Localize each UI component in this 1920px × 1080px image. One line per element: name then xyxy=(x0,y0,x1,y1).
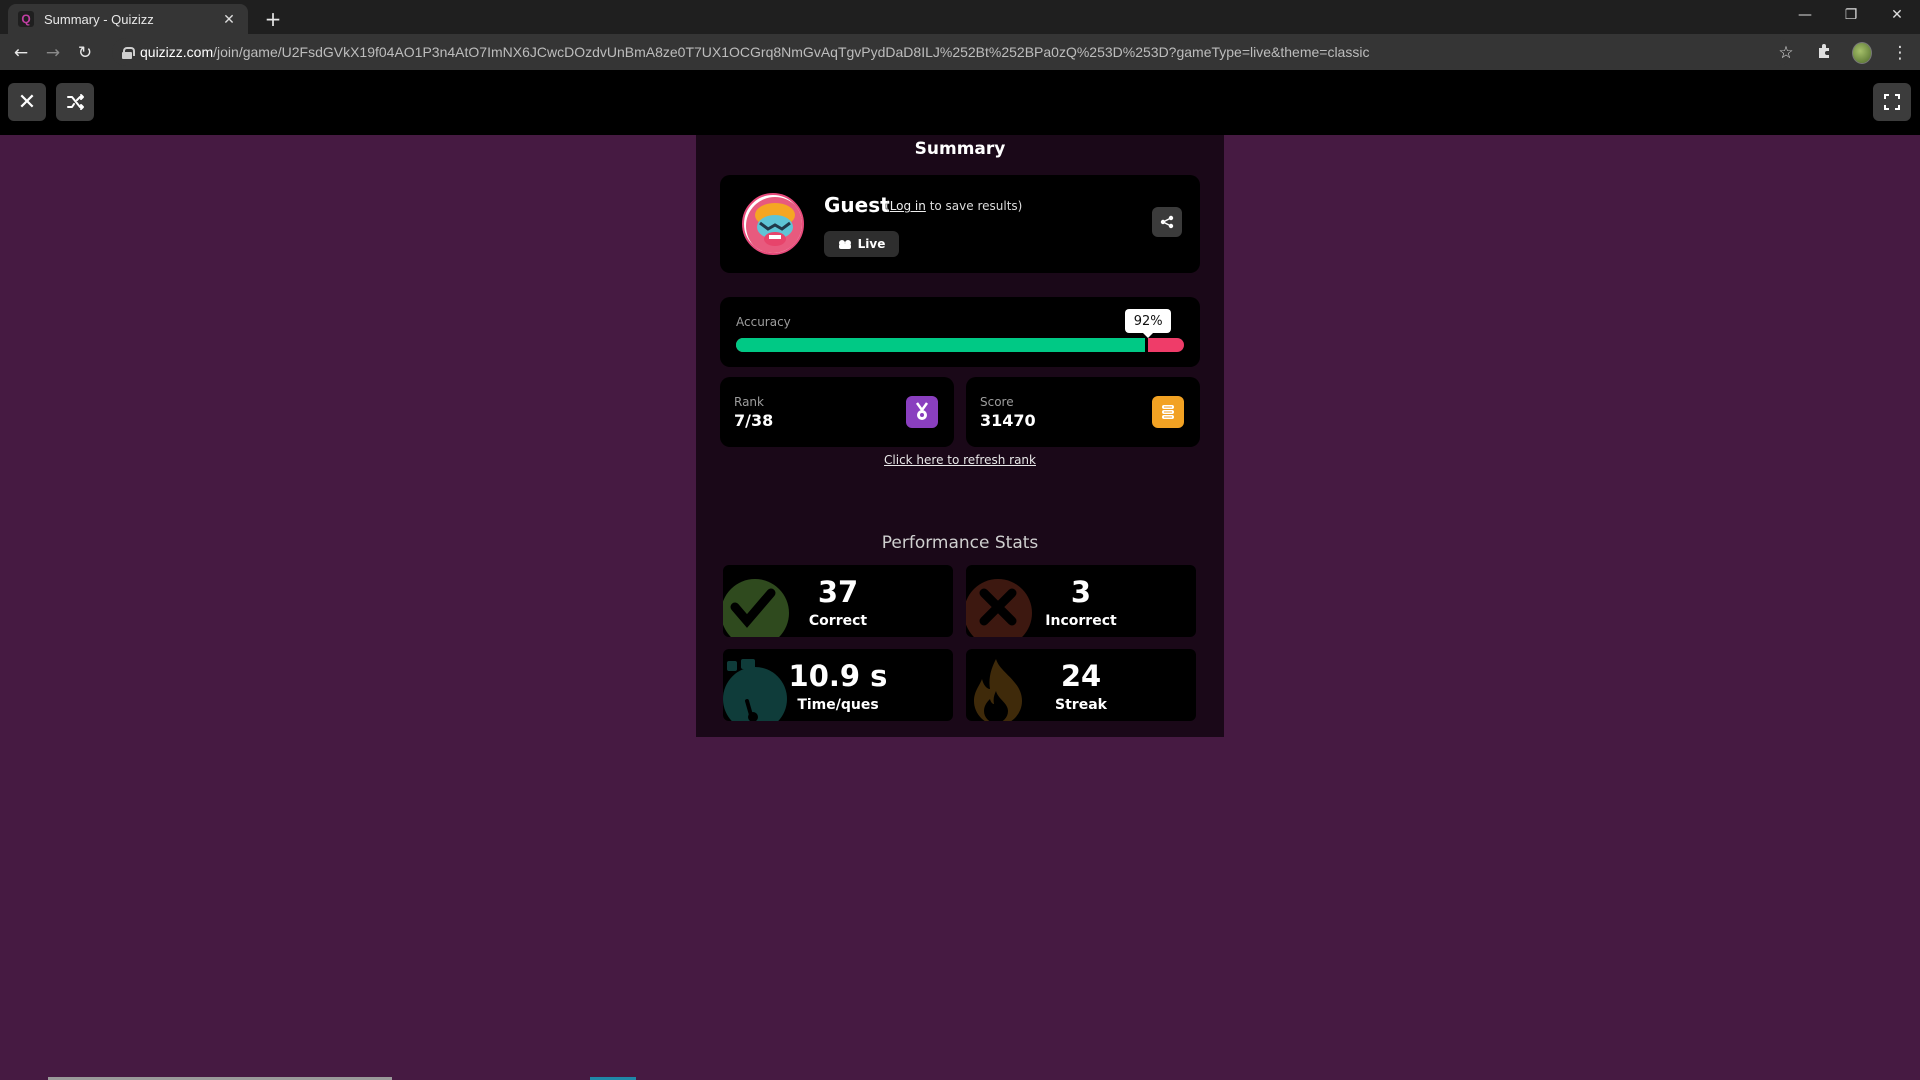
accuracy-bar-fill xyxy=(736,338,1149,352)
url-path: /join/game/U2FsdGVkX19f04AO1P3n4AtO7ImNX… xyxy=(213,44,1370,60)
close-window-icon[interactable]: ✕ xyxy=(1874,0,1920,30)
avatar xyxy=(742,193,804,255)
extensions-puzzle-icon[interactable] xyxy=(1814,43,1834,64)
browser-tab-bar: Q Summary - Quizizz ✕ + — ❐ ✕ xyxy=(0,0,1920,34)
page-title: Summary xyxy=(914,139,1006,159)
fullscreen-button[interactable] xyxy=(1873,83,1911,121)
restore-icon[interactable]: ❐ xyxy=(1828,0,1874,30)
correct-count: 37 xyxy=(817,575,859,609)
incorrect-count: 3 xyxy=(1070,575,1092,609)
rank-label: Rank xyxy=(734,395,764,409)
score-value: 31470 xyxy=(980,411,1036,430)
tab-title: Summary - Quizizz xyxy=(44,11,154,27)
window-controls: — ❐ ✕ xyxy=(1782,0,1920,30)
tab-close-icon[interactable]: ✕ xyxy=(220,10,238,28)
login-link[interactable]: Log in xyxy=(890,199,926,213)
share-icon xyxy=(1160,215,1174,229)
medal-icon xyxy=(906,396,938,428)
reload-icon[interactable]: ↻ xyxy=(74,42,96,64)
performance-stats-heading: Performance Stats xyxy=(881,533,1039,553)
address-bar[interactable]: quizizz.com/join/game/U2FsdGVkX19f04AO1P… xyxy=(112,38,1792,66)
new-tab-button[interactable]: + xyxy=(260,6,286,32)
incorrect-label: Incorrect xyxy=(1045,613,1117,629)
correct-label: Correct xyxy=(808,613,868,629)
bookmark-star-icon[interactable]: ☆ xyxy=(1776,43,1796,63)
time-per-question: 10.9 s xyxy=(788,659,888,693)
rank-value: 7/38 xyxy=(734,411,774,430)
incorrect-stat-card: 3 Incorrect xyxy=(966,565,1196,637)
streak-count: 24 xyxy=(1060,659,1102,693)
accuracy-percent-tooltip: 92% xyxy=(1125,309,1172,338)
time-stat-card: 10.9 s Time/ques xyxy=(723,649,953,721)
live-icon xyxy=(838,240,851,249)
rank-card: Rank 7/38 xyxy=(720,377,954,447)
browser-tab[interactable]: Q Summary - Quizizz ✕ xyxy=(8,4,248,34)
score-card: Score 31470 xyxy=(966,377,1200,447)
share-button[interactable] xyxy=(1152,207,1182,237)
forward-icon[interactable]: → xyxy=(42,42,64,64)
accuracy-label: Accuracy xyxy=(736,315,791,329)
summary-panel: Summary Guest (Log in to save results) L… xyxy=(696,135,1224,737)
coins-icon xyxy=(1152,396,1184,428)
game-mode-label: Live xyxy=(857,237,886,251)
streak-label: Streak xyxy=(1055,697,1107,713)
toolbar-right-icons: ☆ ⋮ xyxy=(1776,42,1910,64)
login-note: (Log in to save results) xyxy=(885,199,1023,213)
player-card: Guest (Log in to save results) Live xyxy=(720,175,1200,273)
profile-avatar[interactable] xyxy=(1852,42,1872,64)
game-top-bar: ✕ xyxy=(0,70,1920,135)
back-icon[interactable]: ← xyxy=(10,42,32,64)
minimize-icon[interactable]: — xyxy=(1782,0,1828,30)
time-label: Time/ques xyxy=(797,697,879,713)
game-mode-badge: Live xyxy=(824,231,899,257)
correct-stat-card: 37 Correct xyxy=(723,565,953,637)
streak-stat-card: 24 Streak xyxy=(966,649,1196,721)
accuracy-bar xyxy=(736,338,1184,352)
refresh-rank-link[interactable]: Click here to refresh rank xyxy=(696,453,1224,467)
browser-toolbar: ← → ↻ quizizz.com/join/game/U2FsdGVkX19f… xyxy=(0,34,1920,70)
lock-icon xyxy=(122,46,135,59)
toggle-theme-button[interactable] xyxy=(56,83,94,121)
url-host: quizizz.com xyxy=(140,44,214,60)
player-name: Guest xyxy=(824,193,890,217)
quizizz-favicon-icon: Q xyxy=(18,11,34,27)
close-game-button[interactable]: ✕ xyxy=(8,83,46,121)
menu-kebab-icon[interactable]: ⋮ xyxy=(1890,43,1910,63)
accuracy-card: Accuracy 92% xyxy=(720,297,1200,367)
score-label: Score xyxy=(980,395,1014,409)
